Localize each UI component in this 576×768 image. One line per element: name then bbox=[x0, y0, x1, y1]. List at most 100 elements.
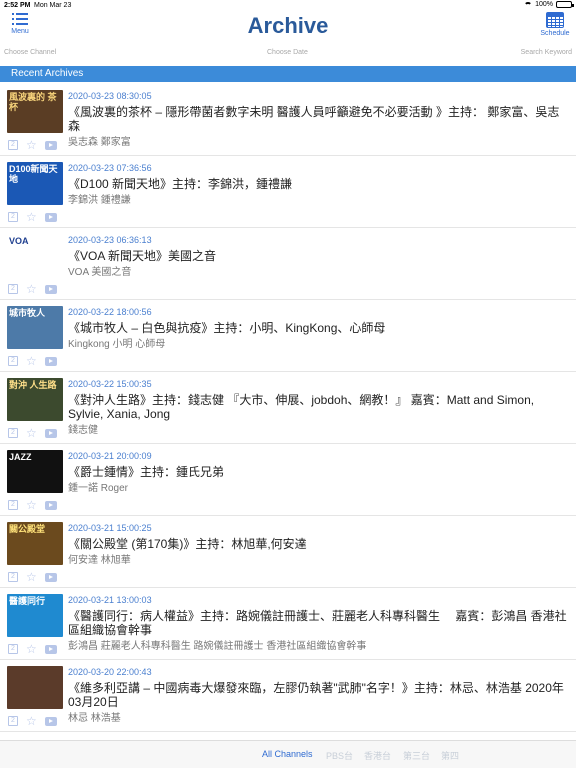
thumbnail-image bbox=[7, 666, 63, 709]
battery-percent: 100% bbox=[535, 1, 553, 8]
archive-hosts: VOA 美國之音 bbox=[68, 267, 132, 278]
calendar-icon bbox=[546, 12, 564, 28]
list-item[interactable]: JAZZ 2 ☆ 2020-03-21 20:00:09 《爵士鍾情》主持：鍾氏兄弟 鍾一… bbox=[0, 444, 576, 516]
star-icon[interactable]: ☆ bbox=[26, 139, 37, 151]
choose-date-button[interactable]: Choose Date bbox=[267, 49, 308, 56]
thumbnail-text: JAZZ bbox=[9, 452, 32, 462]
thumbnail-image: 城市牧人 bbox=[7, 306, 63, 349]
archive-datetime: 2020-03-21 20:00:09 bbox=[68, 451, 152, 461]
archive-hosts: 林忌 林浩基 bbox=[68, 713, 121, 724]
list-item[interactable]: 醫護同行 2 ☆ 2020-03-21 13:00:03 《醫護同行：病人權益》主持：路… bbox=[0, 588, 576, 660]
archive-title: 《爵士鍾情》主持：鍾氏兄弟 bbox=[68, 465, 225, 479]
archive-datetime: 2020-03-22 15:00:35 bbox=[68, 379, 152, 389]
row-icons: 2 ☆ bbox=[8, 355, 57, 367]
thumbnail-text: VOA bbox=[9, 236, 29, 246]
tab-all-channels[interactable]: All Channels bbox=[262, 749, 313, 759]
thumbnail-text: 對沖 人生路 bbox=[9, 380, 57, 390]
archive-datetime: 2020-03-23 08:30:05 bbox=[68, 91, 152, 101]
play-icon[interactable] bbox=[44, 572, 57, 582]
tab-fourth[interactable]: 第四 bbox=[441, 749, 459, 762]
number-icon: 2 bbox=[8, 356, 18, 366]
schedule-label: Schedule bbox=[540, 30, 570, 37]
tab-pbs[interactable]: PBS台 bbox=[326, 749, 353, 762]
list-item[interactable]: 關公殿堂 2 ☆ 2020-03-21 15:00:25 《關公殿堂 (第170集)》主… bbox=[0, 516, 576, 588]
row-icons: 2 ☆ bbox=[8, 283, 57, 295]
archive-datetime: 2020-03-21 13:00:03 bbox=[68, 595, 152, 605]
status-date: Mon Mar 23 bbox=[34, 2, 72, 9]
list-item[interactable]: 城市牧人 2 ☆ 2020-03-22 18:00:56 《城市牧人 – 白色與抗疫》主… bbox=[0, 300, 576, 372]
play-icon[interactable] bbox=[44, 716, 57, 726]
star-icon[interactable]: ☆ bbox=[26, 643, 37, 655]
play-icon[interactable] bbox=[44, 140, 57, 150]
list-item[interactable]: 對沖 人生路 2 ☆ 2020-03-22 15:00:35 《對沖人生路》主持：錢志健… bbox=[0, 372, 576, 444]
list-item[interactable]: VOA 2 ☆ 2020-03-23 06:36:13 《VOA 新聞天地》美國之音 VO… bbox=[0, 228, 576, 300]
star-icon[interactable]: ☆ bbox=[26, 283, 37, 295]
thumbnail-text: D100新聞天地 bbox=[9, 164, 58, 184]
star-icon[interactable]: ☆ bbox=[26, 499, 37, 511]
archive-datetime: 2020-03-23 07:36:56 bbox=[68, 163, 152, 173]
section-header: Recent Archives bbox=[0, 66, 576, 82]
thumbnail-text: 城市牧人 bbox=[9, 308, 46, 318]
thumbnail-text: 醫護同行 bbox=[9, 596, 46, 606]
play-icon[interactable] bbox=[44, 212, 57, 222]
play-icon[interactable] bbox=[44, 500, 57, 510]
archive-hosts: 吳志森 鄭家富 bbox=[68, 137, 131, 148]
row-icons: 2 ☆ bbox=[8, 211, 57, 223]
archive-datetime: 2020-03-21 15:00:25 bbox=[68, 523, 152, 533]
row-icons: 2 ☆ bbox=[8, 715, 57, 727]
thumbnail-image: VOA bbox=[7, 234, 63, 277]
row-icons: 2 ☆ bbox=[8, 139, 57, 151]
archive-hosts: 李錦洪 鍾禮謙 bbox=[68, 195, 131, 206]
thumbnail-text: 風波裏的 茶杯 bbox=[9, 92, 57, 112]
number-icon: 2 bbox=[8, 644, 18, 654]
battery-icon bbox=[556, 1, 574, 8]
thumbnail-image: 對沖 人生路 bbox=[7, 378, 63, 421]
archive-title: 《城市牧人 – 白色與抗疫》主持：小明、KingKong、心師母 bbox=[68, 321, 386, 335]
thumbnail-image: 關公殿堂 bbox=[7, 522, 63, 565]
filter-bar: Choose Channel Choose Date Search Keywor… bbox=[0, 44, 576, 64]
play-icon[interactable] bbox=[44, 644, 57, 654]
thumbnail-text: 關公殿堂 bbox=[9, 524, 46, 534]
list-item[interactable]: 2 ☆ 2020-03-20 22:00:43 《維多利亞講 – 中國病毒大爆發來臨，… bbox=[0, 660, 576, 732]
choose-channel-button[interactable]: Choose Channel bbox=[4, 49, 56, 56]
channel-tab-bar: All Channels PBS台 香港台 第三台 第四 bbox=[0, 740, 576, 768]
list-item[interactable]: 風波裏的 茶杯 2 ☆ 2020-03-23 08:30:05 《風波裏的茶杯 – 隱形… bbox=[0, 84, 576, 156]
schedule-button[interactable]: Schedule bbox=[538, 12, 572, 37]
tab-third[interactable]: 第三台 bbox=[403, 749, 430, 762]
star-icon[interactable]: ☆ bbox=[26, 427, 37, 439]
archive-list[interactable]: 風波裏的 茶杯 2 ☆ 2020-03-23 08:30:05 《風波裏的茶杯 – 隱形… bbox=[0, 84, 576, 740]
number-icon: 2 bbox=[8, 716, 18, 726]
star-icon[interactable]: ☆ bbox=[26, 355, 37, 367]
archive-title: 《VOA 新聞天地》美國之音 bbox=[68, 249, 217, 263]
archive-title: 《D100 新聞天地》主持：李錦洪，鍾禮謙 bbox=[68, 177, 293, 191]
tab-hk[interactable]: 香港台 bbox=[364, 749, 391, 762]
archive-title: 《維多利亞講 – 中國病毒大爆發來臨，左膠仍執著"武肺"名字！》主持：林忌、林浩… bbox=[68, 681, 564, 709]
nav-bar: Menu Archive Schedule bbox=[0, 12, 576, 42]
play-icon[interactable] bbox=[44, 428, 57, 438]
page-title: Archive bbox=[247, 13, 329, 38]
search-keyword-input[interactable]: Search Keyword bbox=[521, 49, 572, 56]
list-item[interactable]: D100新聞天地 2 ☆ 2020-03-23 07:36:56 《D100 新聞天地》… bbox=[0, 156, 576, 228]
status-right: 100% bbox=[524, 1, 574, 8]
play-icon[interactable] bbox=[44, 356, 57, 366]
archive-hosts: 何安達 林旭華 bbox=[68, 555, 131, 566]
thumbnail-image: D100新聞天地 bbox=[7, 162, 63, 205]
archive-hosts: Kingkong 小明 心師母 bbox=[68, 339, 166, 350]
archive-datetime: 2020-03-23 06:36:13 bbox=[68, 235, 152, 245]
star-icon[interactable]: ☆ bbox=[26, 715, 37, 727]
row-icons: 2 ☆ bbox=[8, 427, 57, 439]
star-icon[interactable]: ☆ bbox=[26, 211, 37, 223]
star-icon[interactable]: ☆ bbox=[26, 571, 37, 583]
archive-title: 《醫護同行：病人權益》主持：路婉儀註冊護士、莊麗老人科專科醫生 嘉賓：彭鴻昌 香… bbox=[68, 609, 567, 637]
archive-datetime: 2020-03-20 22:00:43 bbox=[68, 667, 152, 677]
play-icon[interactable] bbox=[44, 284, 57, 294]
row-icons: 2 ☆ bbox=[8, 643, 57, 655]
number-icon: 2 bbox=[8, 572, 18, 582]
archive-hosts: 錢志健 bbox=[68, 425, 98, 436]
thumbnail-image: 風波裏的 茶杯 bbox=[7, 90, 63, 133]
number-icon: 2 bbox=[8, 428, 18, 438]
archive-hosts: 彭鴻昌 莊麗老人科專科醫生 路婉儀註冊護士 香港社區組織協會幹事 bbox=[68, 641, 367, 652]
number-icon: 2 bbox=[8, 140, 18, 150]
archive-datetime: 2020-03-22 18:00:56 bbox=[68, 307, 152, 317]
thumbnail-image: 醫護同行 bbox=[7, 594, 63, 637]
